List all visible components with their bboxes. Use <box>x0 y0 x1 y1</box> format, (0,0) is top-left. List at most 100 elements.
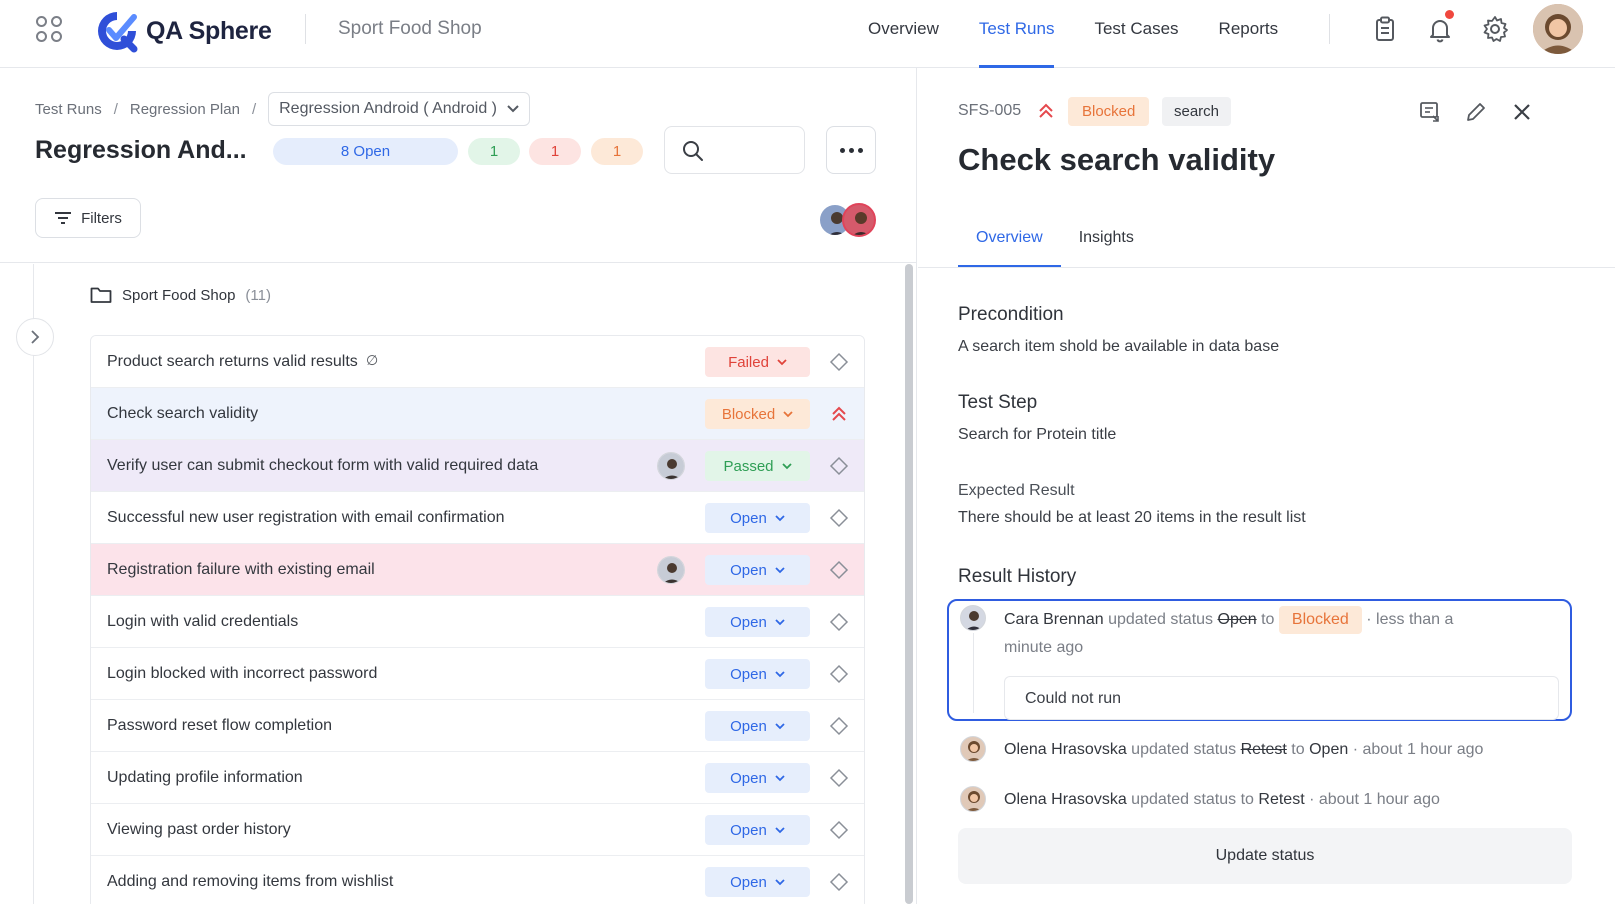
status-label: Open <box>730 821 767 839</box>
clipboard-icon[interactable] <box>1370 14 1400 44</box>
priority-medium-icon[interactable] <box>829 560 849 580</box>
history-comment: Could not run <box>1004 676 1559 720</box>
test-case-row[interactable]: Product search returns valid results ∅ Fai… <box>91 336 864 388</box>
priority-medium-icon[interactable] <box>829 664 849 684</box>
top-nav: QA Sphere Sport Food Shop Overview Test … <box>0 0 1615 68</box>
status-dropdown[interactable]: Failed <box>705 347 810 377</box>
folder-icon <box>90 287 112 303</box>
priority-medium-icon[interactable] <box>829 508 849 528</box>
history-from-status: Open <box>1217 611 1257 628</box>
apps-grid-icon[interactable] <box>36 16 62 42</box>
notifications-button[interactable] <box>1425 10 1455 44</box>
test-case-row[interactable]: Registration failure with existing email… <box>91 544 864 596</box>
breadcrumb-regression-plan[interactable]: Regression Plan <box>130 101 240 118</box>
tab-overview[interactable]: Overview <box>958 218 1061 268</box>
status-dropdown[interactable]: Blocked <box>705 399 810 429</box>
test-case-row[interactable]: Adding and removing items from wishlist O… <box>91 856 864 904</box>
assignee-avatar[interactable] <box>657 556 685 584</box>
status-dropdown[interactable]: Open <box>705 503 810 533</box>
priority-high-icon[interactable] <box>829 404 849 424</box>
test-case-title: Login blocked with incorrect password <box>107 664 378 682</box>
history-user[interactable]: Olena Hrasovska <box>1004 741 1127 758</box>
priority-medium-icon[interactable] <box>829 456 849 476</box>
status-dropdown[interactable]: Open <box>705 815 810 845</box>
nav-test-runs[interactable]: Test Runs <box>978 0 1054 68</box>
precondition-text: A search item shold be available in data… <box>958 338 1280 355</box>
more-options-button[interactable] <box>826 126 876 174</box>
nav-reports[interactable]: Reports <box>1219 0 1279 68</box>
status-label: Open <box>730 665 767 683</box>
history-time: · less than a <box>1366 611 1454 628</box>
notification-dot <box>1445 10 1454 19</box>
history-user[interactable]: Olena Hrasovska <box>1004 791 1127 808</box>
status-badge: Blocked <box>1068 97 1150 126</box>
app-logo[interactable]: QA Sphere <box>94 8 272 54</box>
folder-row[interactable]: Sport Food Shop (11) <box>90 286 271 304</box>
passed-count-badge[interactable]: 1 <box>468 138 520 165</box>
filters-button[interactable]: Filters <box>35 198 141 238</box>
tag-badge[interactable]: search <box>1162 97 1232 126</box>
open-count-badge[interactable]: 8 Open <box>273 138 458 165</box>
edit-icon[interactable] <box>1464 100 1488 124</box>
project-name[interactable]: Sport Food Shop <box>338 18 482 40</box>
status-dropdown[interactable]: Open <box>705 711 810 741</box>
report-icon[interactable] <box>1418 100 1442 124</box>
test-case-title: Password reset flow completion <box>107 716 332 734</box>
test-case-row[interactable]: Successful new user registration with em… <box>91 492 864 544</box>
chevron-down-icon <box>775 722 785 729</box>
test-case-row[interactable]: Login with valid credentials Open <box>91 596 864 648</box>
nav-overview[interactable]: Overview <box>868 0 939 68</box>
status-dropdown[interactable]: Passed <box>705 451 810 481</box>
history-avatar <box>960 605 986 631</box>
status-dropdown[interactable]: Open <box>705 659 810 689</box>
app-name: QA Sphere <box>146 16 272 45</box>
chevron-down-icon <box>783 410 793 417</box>
status-dropdown[interactable]: Open <box>705 763 810 793</box>
priority-medium-icon[interactable] <box>829 768 849 788</box>
chevron-right-icon <box>31 330 40 344</box>
status-dropdown[interactable]: Open <box>705 555 810 585</box>
gear-icon[interactable] <box>1480 14 1510 44</box>
priority-medium-icon[interactable] <box>829 872 849 892</box>
search-input[interactable] <box>664 126 805 174</box>
history-from-status: Retest <box>1240 741 1287 758</box>
breadcrumb-test-runs[interactable]: Test Runs <box>35 101 102 118</box>
priority-medium-icon[interactable] <box>829 612 849 632</box>
update-status-button[interactable]: Update status <box>958 828 1572 884</box>
nav-test-cases[interactable]: Test Cases <box>1094 0 1178 68</box>
test-case-row[interactable]: Updating profile information Open <box>91 752 864 804</box>
priority-medium-icon[interactable] <box>829 352 849 372</box>
status-label: Failed <box>728 353 769 371</box>
test-case-row[interactable]: Check search validity Blocked <box>91 388 864 440</box>
divider <box>0 262 917 263</box>
failed-count-badge[interactable]: 1 <box>529 138 581 165</box>
assignee-avatar[interactable] <box>657 452 685 480</box>
test-step-text: Search for Protein title <box>958 426 1117 443</box>
filter-icon <box>55 212 72 224</box>
test-case-title: Product search returns valid results <box>107 352 358 370</box>
priority-medium-icon[interactable] <box>829 716 849 736</box>
scrollbar[interactable] <box>905 264 913 904</box>
run-select[interactable]: Regression Android ( Android ) <box>268 92 531 126</box>
test-case-row[interactable]: Password reset flow completion Open <box>91 700 864 752</box>
expand-sidebar-button[interactable] <box>16 318 54 356</box>
expected-result-heading: Expected Result <box>958 482 1075 499</box>
test-case-title: Updating profile information <box>107 768 303 786</box>
assignee-avatars[interactable] <box>818 203 880 239</box>
status-dropdown[interactable]: Open <box>705 867 810 897</box>
close-icon[interactable] <box>1510 100 1534 124</box>
status-label: Open <box>730 717 767 735</box>
user-avatar[interactable] <box>1533 4 1583 54</box>
test-case-row[interactable]: Verify user can submit checkout form wit… <box>91 440 864 492</box>
test-case-row[interactable]: Viewing past order history Open <box>91 804 864 856</box>
priority-medium-icon[interactable] <box>829 820 849 840</box>
test-case-row[interactable]: Login blocked with incorrect password Ope… <box>91 648 864 700</box>
status-dropdown[interactable]: Open <box>705 607 810 637</box>
history-user[interactable]: Cara Brennan <box>1004 611 1104 628</box>
blocked-count-badge[interactable]: 1 <box>591 138 643 165</box>
history-entry: Cara Brennan updated status Open to Bloc… <box>1004 606 1504 662</box>
history-avatar <box>960 736 986 762</box>
tab-insights[interactable]: Insights <box>1061 218 1152 268</box>
folder-name: Sport Food Shop <box>122 286 236 304</box>
history-action: updated status to <box>1131 791 1254 808</box>
